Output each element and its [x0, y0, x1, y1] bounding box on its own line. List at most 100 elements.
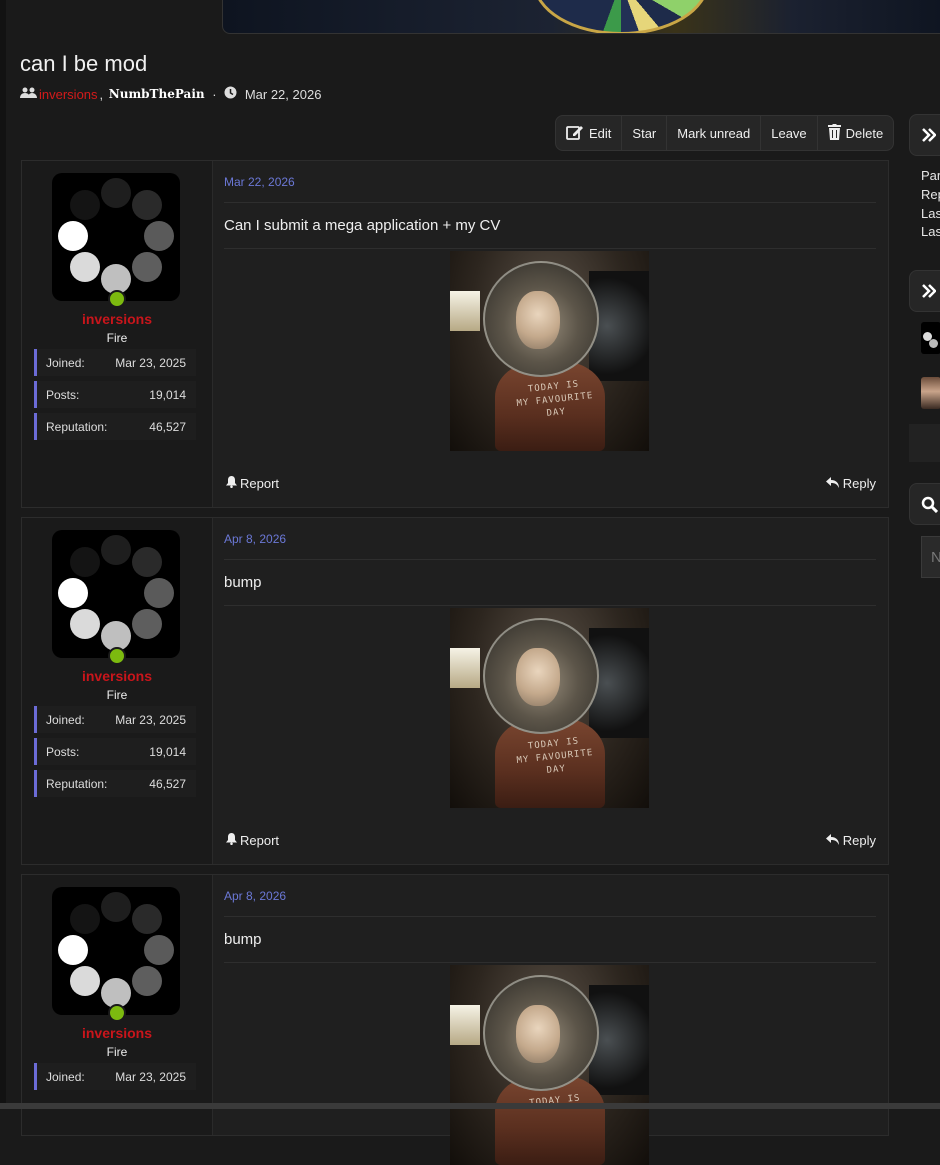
user-stat: Posts: 19,014 — [34, 381, 196, 408]
trash-icon — [827, 123, 841, 143]
post-user-panel: inversions Fire Joined: Mar 23, 2025 Posts: 1… — [22, 161, 213, 507]
online-status-dot — [108, 290, 126, 308]
stat-value: Mar 23, 2025 — [115, 1069, 186, 1084]
reply-button[interactable]: Reply — [825, 476, 876, 491]
sidebar-info-line: Part — [921, 168, 940, 183]
reply-button[interactable]: Reply — [825, 833, 876, 848]
image-caption-line: DAY — [546, 406, 567, 419]
online-status-dot — [108, 647, 126, 665]
leave-button[interactable]: Leave — [761, 116, 818, 150]
star-button[interactable]: Star — [622, 116, 668, 150]
divider — [224, 248, 876, 249]
reply-label: Reply — [842, 476, 876, 491]
report-button[interactable]: Report — [226, 833, 279, 848]
stat-label: Joined: — [46, 355, 85, 370]
online-status-dot — [108, 1004, 126, 1022]
divider — [224, 962, 876, 963]
image-caption-line: DAY — [546, 763, 567, 776]
username-link[interactable]: inversions — [22, 668, 212, 684]
user-title: Fire — [106, 688, 128, 702]
sidebar-avatar[interactable] — [921, 377, 940, 409]
stat-value: Mar 23, 2025 — [115, 712, 186, 727]
post: inversions Fire Joined: Mar 23, 2025 Apr 8, … — [21, 874, 889, 1165]
sidebar-avatar[interactable] — [921, 322, 940, 354]
divider — [224, 916, 876, 917]
meta-separator: · — [212, 86, 217, 102]
post-user-panel: inversions Fire Joined: Mar 23, 2025 Posts: 1… — [22, 518, 213, 864]
report-label: Report — [240, 833, 280, 848]
double-chevron-right-icon — [922, 284, 937, 303]
post-body: Apr 8, 2026 bump TODAY IS MY FAVOURITE DAY Re… — [224, 518, 876, 864]
sidebar-info-line: Last — [921, 206, 940, 221]
user-stat: Reputation: 46,527 — [34, 413, 196, 440]
left-edge — [0, 0, 6, 1109]
users-icon — [20, 87, 37, 102]
post-date-link[interactable]: Apr 8, 2026 — [224, 532, 286, 546]
user-stat: Reputation: 46,527 — [34, 770, 196, 797]
sidebar-toggle-button[interactable] — [909, 114, 940, 156]
post-text: Can I submit a mega application + my CV — [224, 217, 501, 234]
divider — [224, 559, 876, 560]
search-placeholder: N — [931, 549, 940, 566]
report-label: Report — [240, 476, 280, 491]
delete-button[interactable]: Delete — [818, 116, 894, 150]
star-label: Star — [632, 125, 657, 141]
avatar[interactable] — [52, 173, 180, 301]
post-date-link[interactable]: Apr 8, 2026 — [224, 889, 286, 903]
thread-date[interactable]: Mar 22, 2026 — [245, 87, 322, 102]
search-icon — [921, 496, 939, 518]
reply-label: Reply — [842, 833, 876, 848]
username-link[interactable]: inversions — [22, 311, 212, 327]
post: inversions Fire Joined: Mar 23, 2025 Posts: 1… — [21, 160, 889, 508]
post-image[interactable]: TODAY IS — [450, 965, 649, 1165]
user-stat: Joined: Mar 23, 2025 — [34, 706, 196, 733]
divider — [224, 605, 876, 606]
edit-icon — [566, 124, 584, 143]
stat-label: Joined: — [46, 712, 85, 727]
thread-toolbar: Edit Star Mark unread Leave Delete — [555, 115, 895, 151]
user-stat: Joined: Mar 23, 2025 — [34, 349, 196, 376]
username-link[interactable]: inversions — [22, 1025, 212, 1041]
stat-label: Joined: — [46, 1069, 85, 1084]
stat-value: 46,527 — [149, 776, 186, 791]
sidebar-info-line: Last — [921, 224, 940, 239]
mark-unread-button[interactable]: Mark unread — [667, 116, 762, 150]
thread-meta: inversions , NumbThePain · Mar 22, 2026 — [20, 86, 321, 102]
double-chevron-right-icon — [922, 128, 937, 147]
horizontal-scrollbar[interactable] — [0, 1103, 940, 1109]
avatar[interactable] — [52, 887, 180, 1015]
reply-icon — [825, 476, 839, 491]
bell-icon — [226, 833, 237, 848]
participant-link[interactable]: inversions — [39, 87, 98, 102]
stat-label: Reputation: — [46, 776, 108, 791]
stat-value: Mar 23, 2025 — [115, 355, 186, 370]
stat-label: Posts: — [46, 387, 80, 402]
report-button[interactable]: Report — [226, 476, 279, 491]
post-text: bump — [224, 931, 262, 948]
post-image[interactable]: TODAY IS MY FAVOURITE DAY — [450, 608, 649, 808]
post-text: bump — [224, 574, 262, 591]
page-title: can I be mod — [20, 51, 148, 76]
post-date-link[interactable]: Mar 22, 2026 — [224, 175, 295, 189]
sidebar-info-line: Rep — [921, 187, 940, 202]
header-banner — [222, 0, 940, 34]
post-image[interactable]: TODAY IS MY FAVOURITE DAY — [450, 251, 649, 451]
user-title: Fire — [106, 331, 128, 345]
delete-label: Delete — [845, 125, 884, 141]
post: inversions Fire Joined: Mar 23, 2025 Posts: 1… — [21, 517, 889, 865]
post-user-panel: inversions Fire Joined: Mar 23, 2025 — [22, 875, 213, 1135]
stat-label: Posts: — [46, 744, 80, 759]
user-stat: Joined: Mar 23, 2025 — [34, 1063, 196, 1090]
search-input[interactable]: N — [921, 536, 940, 578]
leave-label: Leave — [771, 125, 807, 141]
divider — [224, 202, 876, 203]
sidebar-toggle-button[interactable] — [909, 270, 940, 312]
reply-icon — [825, 833, 839, 848]
edit-button[interactable]: Edit — [556, 116, 623, 150]
participant-link[interactable]: NumbThePain — [109, 87, 205, 101]
avatar[interactable] — [52, 530, 180, 658]
search-toggle-button[interactable] — [909, 483, 940, 525]
prize-wheel-image — [533, 0, 709, 33]
bell-icon — [226, 476, 237, 491]
post-body: Apr 8, 2026 bump TODAY IS — [224, 875, 876, 1165]
